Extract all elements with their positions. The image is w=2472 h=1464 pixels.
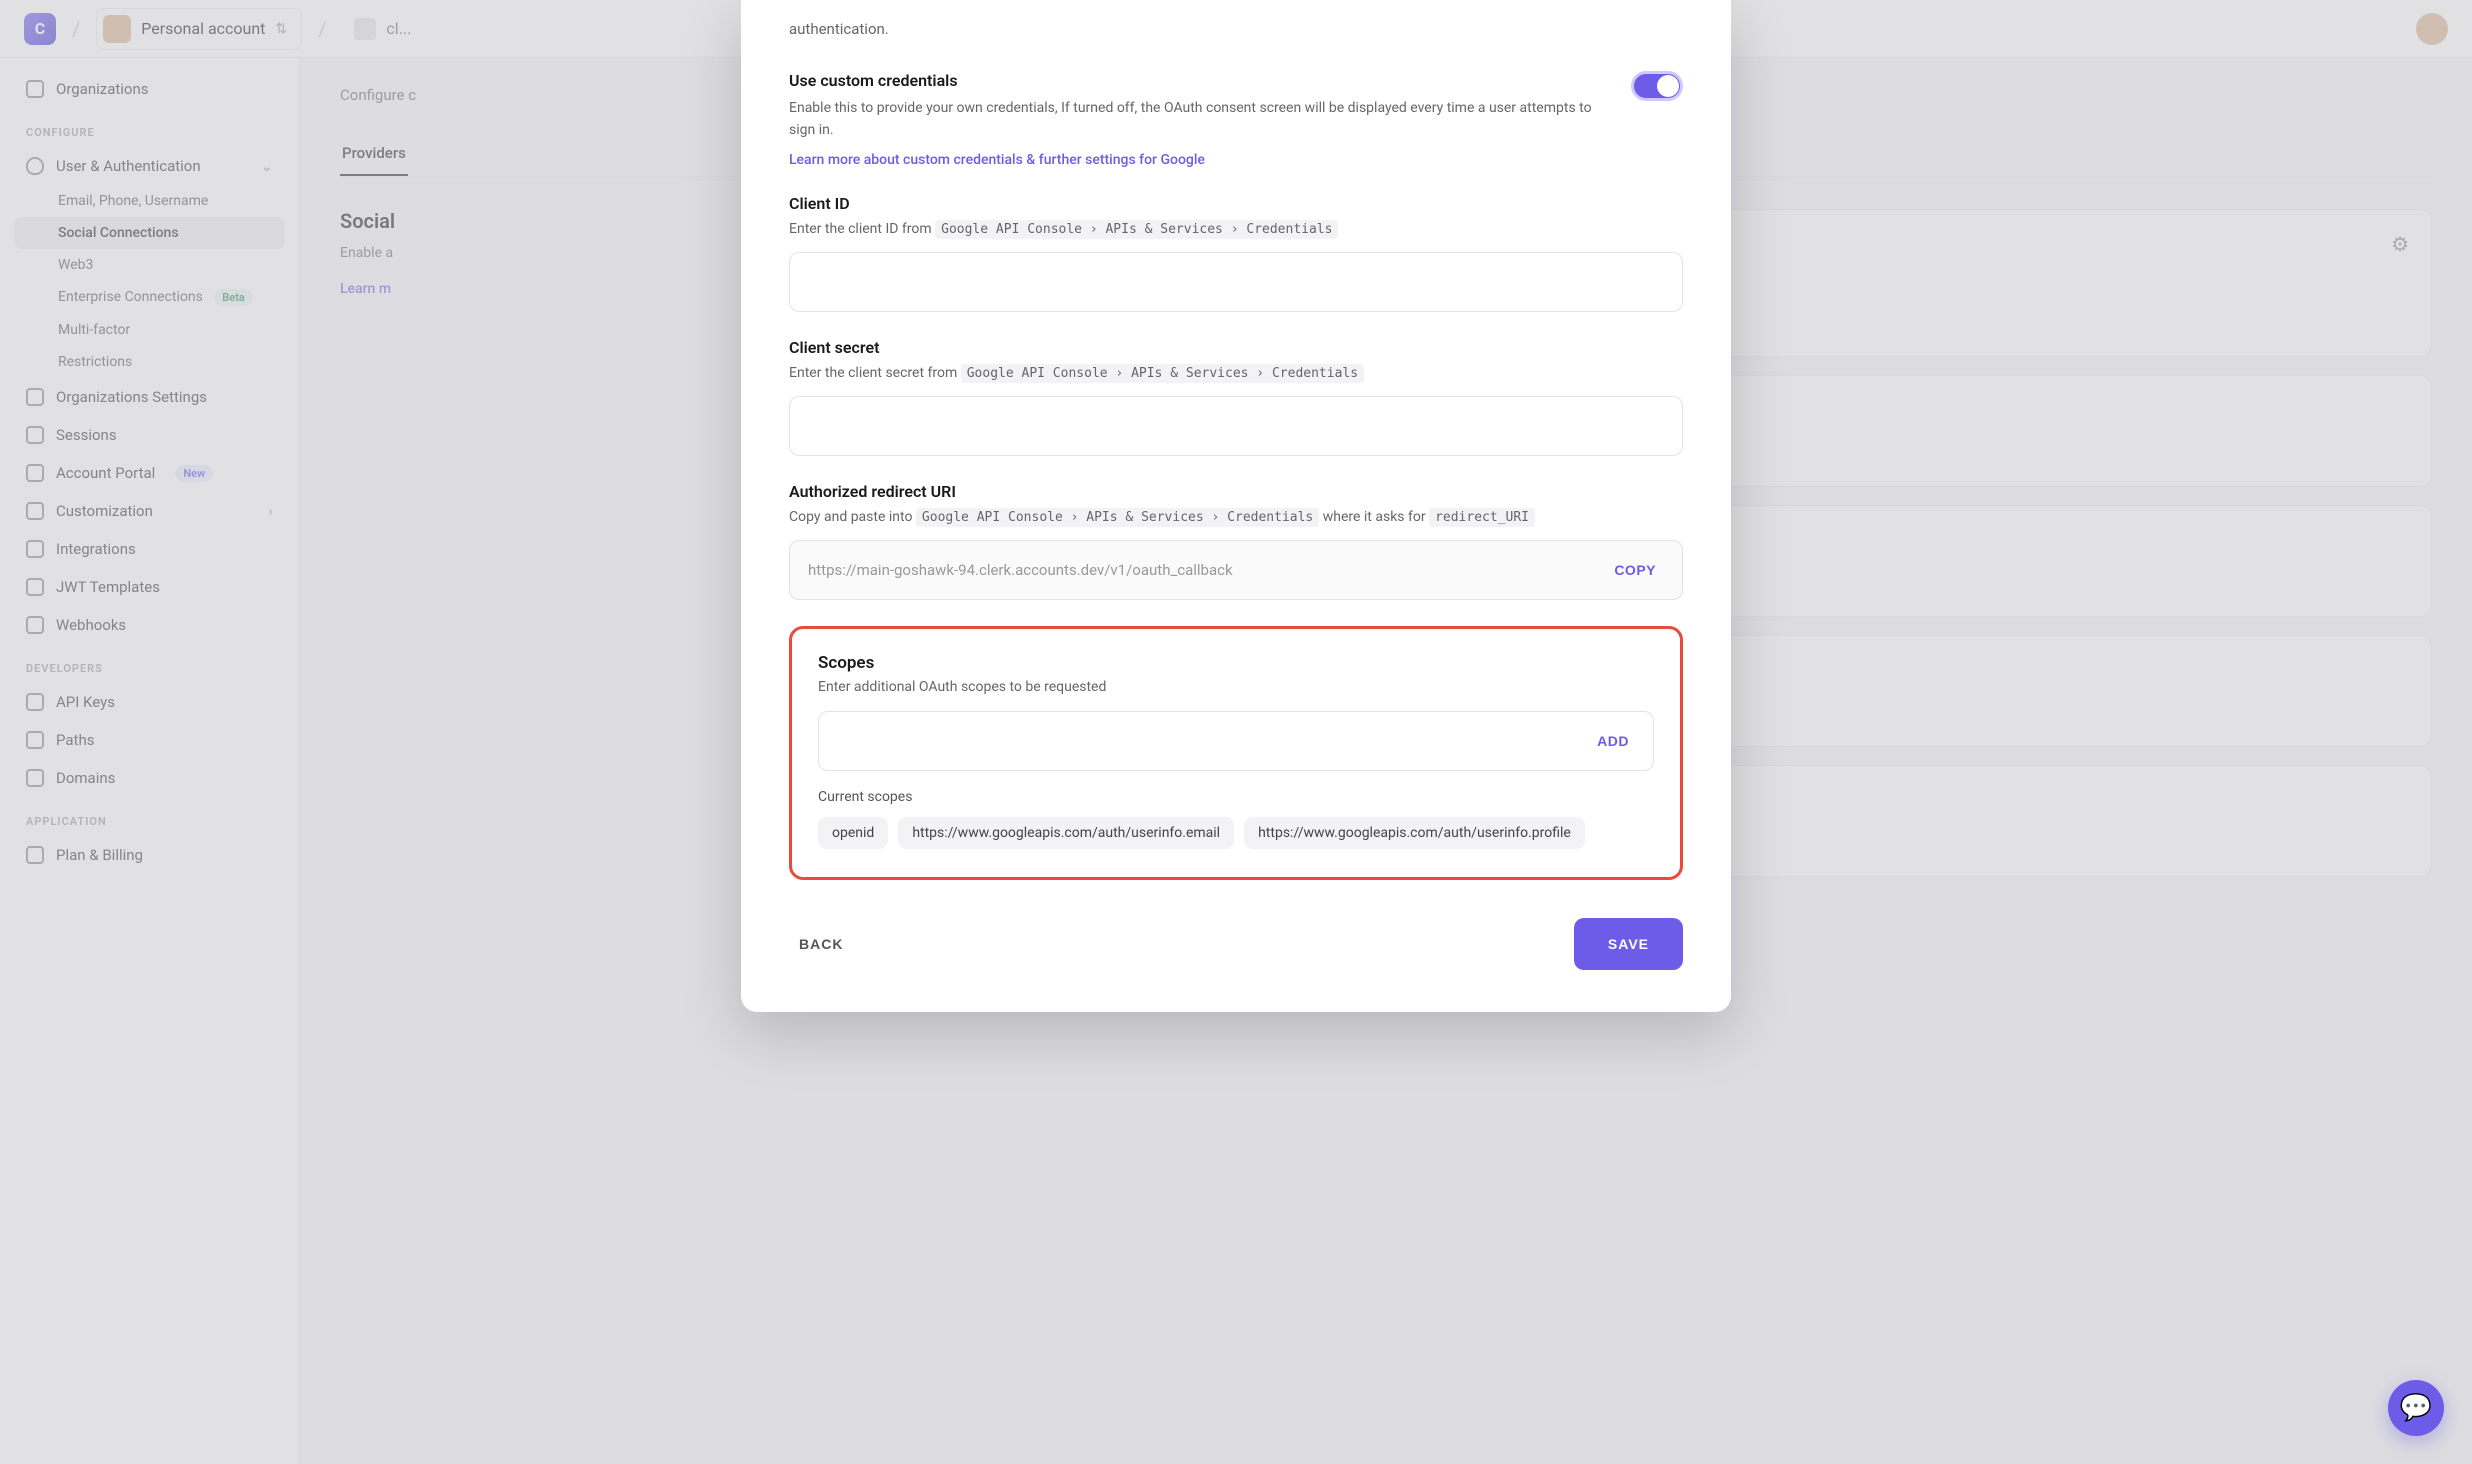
redirect-uri-readonly: https://main-goshawk-94.clerk.accounts.d… [789,540,1683,600]
client-secret-hint: Enter the client secret from Google API … [789,363,1683,384]
add-scope-button[interactable]: ADD [1579,719,1647,763]
scope-chips: openid https://www.googleapis.com/auth/us… [818,817,1654,849]
modal-actions: BACK SAVE [789,910,1683,970]
client-secret-input[interactable] [789,396,1683,456]
custom-credentials-link[interactable]: Learn more about custom credentials & fu… [789,152,1205,168]
scope-input-row: ADD [818,711,1654,771]
custom-credentials-desc: Enable this to provide your own credenti… [789,98,1607,141]
client-id-label: Client ID [789,194,1683,213]
scope-chip[interactable]: https://www.googleapis.com/auth/userinfo… [898,817,1234,849]
redirect-uri-value: https://main-goshawk-94.clerk.accounts.d… [808,561,1233,579]
scopes-section: Scopes Enter additional OAuth scopes to … [789,626,1683,880]
copy-button[interactable]: COPY [1594,546,1676,594]
custom-credentials-toggle[interactable] [1631,71,1683,101]
chat-fab[interactable]: 💬 [2388,1380,2444,1436]
custom-credentials-title: Use custom credentials [789,71,1607,90]
client-secret-label: Client secret [789,338,1683,357]
client-id-hint: Enter the client ID from Google API Cons… [789,219,1683,240]
back-button[interactable]: BACK [789,920,853,968]
scopes-hint: Enter additional OAuth scopes to be requ… [818,679,1654,695]
scope-chip[interactable]: openid [818,817,888,849]
custom-credentials-row: Use custom credentials Enable this to pr… [789,65,1683,185]
save-button[interactable]: SAVE [1574,918,1683,970]
modal-overlay: authentication. Use custom credentials E… [0,0,2472,1464]
code-var: redirect_URI [1429,508,1535,527]
redirect-uri-label: Authorized redirect URI [789,482,1683,501]
chat-icon: 💬 [2400,1393,2432,1423]
provider-config-modal: authentication. Use custom credentials E… [741,0,1731,1012]
scopes-title: Scopes [818,653,1654,673]
scope-input[interactable] [837,712,1579,770]
client-id-input[interactable] [789,252,1683,312]
modal-intro-tail: authentication. [789,0,1683,65]
scope-chip[interactable]: https://www.googleapis.com/auth/userinfo… [1244,817,1585,849]
client-secret-field: Client secret Enter the client secret fr… [789,338,1683,456]
client-id-field: Client ID Enter the client ID from Googl… [789,194,1683,312]
code-path: Google API Console › APIs & Services › C… [935,220,1338,239]
code-path: Google API Console › APIs & Services › C… [961,364,1364,383]
current-scopes-label: Current scopes [818,789,1654,805]
redirect-uri-field: Authorized redirect URI Copy and paste i… [789,482,1683,600]
redirect-uri-hint: Copy and paste into Google API Console ›… [789,507,1683,528]
code-path: Google API Console › APIs & Services › C… [916,508,1319,527]
